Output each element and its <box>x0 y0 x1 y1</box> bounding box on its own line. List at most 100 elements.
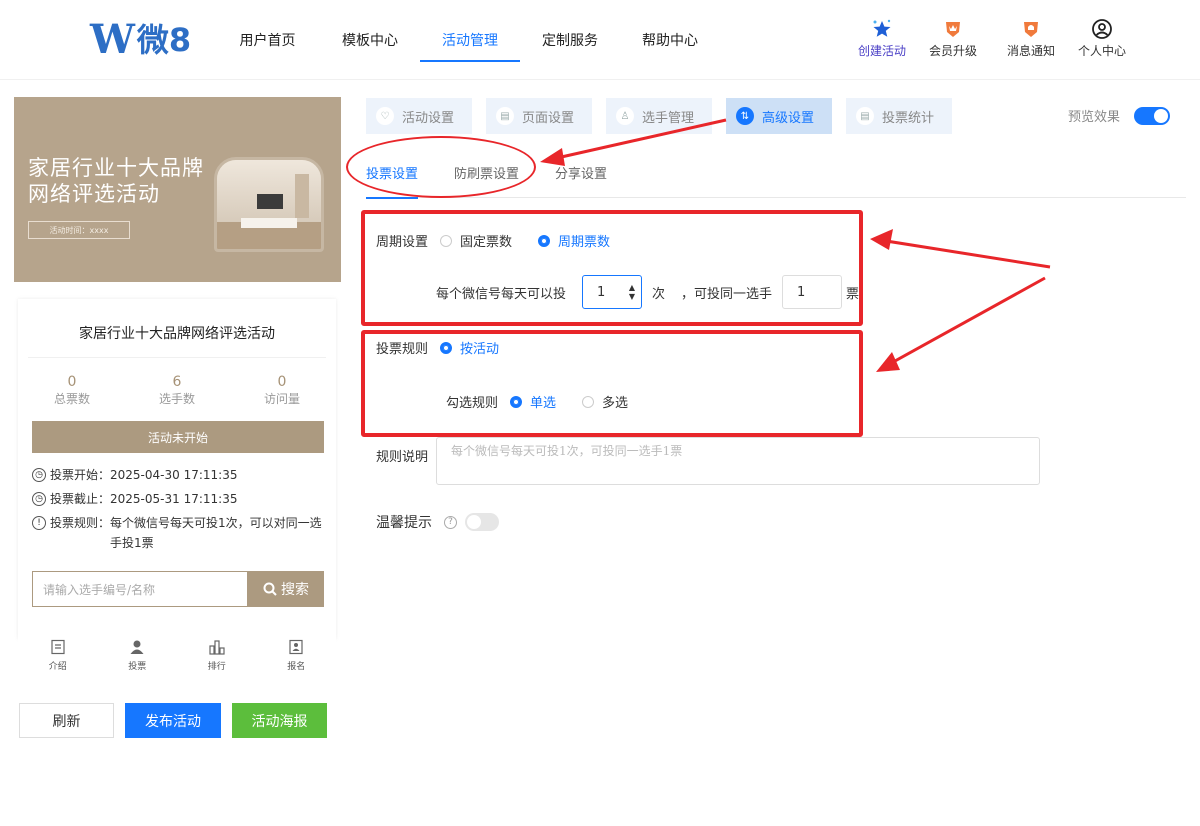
clock-icon: ◷ <box>32 492 46 506</box>
tab-player-management[interactable]: ♙ 选手管理 <box>606 98 712 134</box>
tab-label: 活动设置 <box>402 110 455 126</box>
preview-effect-label: 预览效果 <box>1068 110 1121 125</box>
signup-icon <box>289 639 303 655</box>
warm-tip-row: 温馨提示 ? <box>376 512 499 532</box>
stat-label: 选手数 <box>158 392 195 406</box>
annotation-arrowhead <box>870 229 893 250</box>
activity-banner: 家居行业十大品牌 网络评选活动 活动时间：xxxx <box>14 97 341 282</box>
person-icon: ♙ <box>616 107 634 125</box>
tab-advanced-settings[interactable]: ⇅ 高级设置 <box>726 98 832 134</box>
member-upgrade-button[interactable]: 会员升级 <box>914 18 992 59</box>
help-icon[interactable]: ? <box>444 515 457 529</box>
tab-activity-settings[interactable]: ♡ 活动设置 <box>366 98 472 134</box>
tab-label: 介绍 <box>48 662 67 672</box>
vote-rule-line: ! 投票规则： 每个微信号每天可投1次，可以对同一选手投1票 <box>32 513 327 553</box>
info-icon: ! <box>32 516 46 530</box>
page-icon: ▤ <box>496 107 514 125</box>
tab-label: 投票统计 <box>882 110 935 126</box>
tab-label: 选手管理 <box>642 110 695 126</box>
crown-badge-icon <box>942 18 964 40</box>
warm-tip-toggle[interactable] <box>465 513 499 531</box>
banner-title-line-1: 家居行业十大品牌 <box>28 156 204 180</box>
nav-custom-service[interactable]: 定制服务 <box>520 0 620 80</box>
notifications-label: 消息通知 <box>1006 44 1055 58</box>
banner-room-image <box>214 157 324 252</box>
rule-desc-textarea[interactable]: 每个微信号每天可投1次，可投同一选手1票 <box>436 437 1040 485</box>
stat-value: 0 <box>67 374 77 390</box>
activity-info-card: 家居行业十大品牌网络评选活动 0 总票数 6 选手数 0 访问量 活动未开始 ◷… <box>18 299 336 639</box>
annotation-arrowhead <box>876 352 900 372</box>
rule-value: 每个微信号每天可投1次，可以对同一选手投1票 <box>110 516 322 550</box>
star-icon <box>871 18 893 40</box>
banner-time: 活动时间：xxxx <box>28 221 130 239</box>
tab-label: 报名 <box>287 662 306 672</box>
preview-effect-toggle[interactable] <box>1134 106 1171 125</box>
ranking-icon <box>209 640 225 655</box>
vote-end-line: ◷ 投票截止： 2025-05-31 17:11:35 <box>32 489 327 509</box>
vote-start-line: ◷ 投票开始： 2025-04-30 17:11:35 <box>32 465 327 485</box>
nav-templates[interactable]: 模板中心 <box>320 0 420 80</box>
stat-label: 总票数 <box>53 392 90 406</box>
settings-top-tabs: ♡ 活动设置 ▤ 页面设置 ♙ 选手管理 ⇅ 高级设置 ▤ 投票统计 <box>366 98 952 134</box>
mobile-preview: 家居行业十大品牌 网络评选活动 活动时间：xxxx 家居行业十大品牌网络评选活动… <box>14 97 341 747</box>
tab-label: 排行 <box>207 662 226 672</box>
tab-label: 页面设置 <box>522 110 575 126</box>
rule-value: 2025-05-31 17:11:35 <box>110 492 238 506</box>
stats-row: 0 总票数 6 选手数 0 访问量 <box>32 373 322 407</box>
subtab-share-settings[interactable]: 分享设置 <box>555 156 607 198</box>
nav-help-center[interactable]: 帮助中心 <box>620 0 720 80</box>
nav-activity-management[interactable]: 活动管理 <box>420 0 520 80</box>
publish-activity-button[interactable]: 发布活动 <box>125 703 221 738</box>
search-button[interactable]: 搜索 <box>248 571 324 607</box>
stat-label: 访问量 <box>263 392 300 406</box>
tab-signup[interactable]: 报名 <box>266 635 326 679</box>
tab-label: 高级设置 <box>762 110 815 126</box>
search-icon <box>263 582 277 596</box>
annotation-arrow <box>879 238 1051 269</box>
header-shortcuts: 创建活动 会员升级 消息通知 个人中心 <box>850 18 1134 59</box>
tab-intro[interactable]: 介绍 <box>28 635 88 679</box>
activity-status-bar: 活动未开始 <box>32 421 324 453</box>
rule-desc-label: 规则说明 <box>376 450 429 465</box>
stats-icon: ▤ <box>856 107 874 125</box>
heart-icon: ♡ <box>376 107 394 125</box>
tab-ranking[interactable]: 排行 <box>187 635 247 679</box>
sliders-icon: ⇅ <box>736 107 754 125</box>
create-activity-label: 创建活动 <box>857 44 906 58</box>
user-center-button[interactable]: 个人中心 <box>1070 18 1134 59</box>
search-button-label: 搜索 <box>281 582 309 598</box>
stat-value: 0 <box>277 374 287 390</box>
top-header: W 微8 用户首页 模板中心 活动管理 定制服务 帮助中心 创建活动 会员升级 … <box>0 0 1200 80</box>
logo-mark: W <box>90 16 135 63</box>
rule-key: 投票截止： <box>50 492 111 506</box>
search-input[interactable]: 请输入选手编号/名称 <box>32 571 248 607</box>
divider <box>28 357 326 358</box>
preview-actions: 刷新 发布活动 活动海报 <box>19 703 327 738</box>
warm-tip-label: 温馨提示 <box>376 515 432 531</box>
rule-value: 2025-04-30 17:11:35 <box>110 468 238 482</box>
preview-effect: 预览效果 <box>1068 106 1171 125</box>
player-search: 请输入选手编号/名称 搜索 <box>32 571 324 607</box>
user-center-label: 个人中心 <box>1077 44 1126 58</box>
preview-tabbar: 介绍 投票 排行 报名 <box>18 635 336 679</box>
document-icon <box>51 639 65 655</box>
bell-badge-icon <box>1020 18 1042 40</box>
logo[interactable]: W 微8 <box>90 20 191 60</box>
tab-label: 投票 <box>128 662 147 672</box>
refresh-button[interactable]: 刷新 <box>19 703 114 738</box>
annotation-box-rule <box>361 330 863 437</box>
nav-home[interactable]: 用户首页 <box>215 0 320 80</box>
clock-icon: ◷ <box>32 468 46 482</box>
stat-value: 6 <box>172 374 182 390</box>
tab-vote[interactable]: 投票 <box>107 635 167 679</box>
create-activity-button[interactable]: 创建活动 <box>850 18 914 59</box>
activity-poster-button[interactable]: 活动海报 <box>232 703 327 738</box>
user-circle-icon <box>1091 18 1113 40</box>
rule-key: 投票开始： <box>50 468 111 482</box>
main-nav: 用户首页 模板中心 活动管理 定制服务 帮助中心 <box>215 0 720 80</box>
tab-vote-statistics[interactable]: ▤ 投票统计 <box>846 98 952 134</box>
annotation-box-period <box>361 210 863 326</box>
activity-title: 家居行业十大品牌网络评选活动 <box>79 326 275 342</box>
notifications-button[interactable]: 消息通知 <box>992 18 1070 59</box>
tab-page-settings[interactable]: ▤ 页面设置 <box>486 98 592 134</box>
